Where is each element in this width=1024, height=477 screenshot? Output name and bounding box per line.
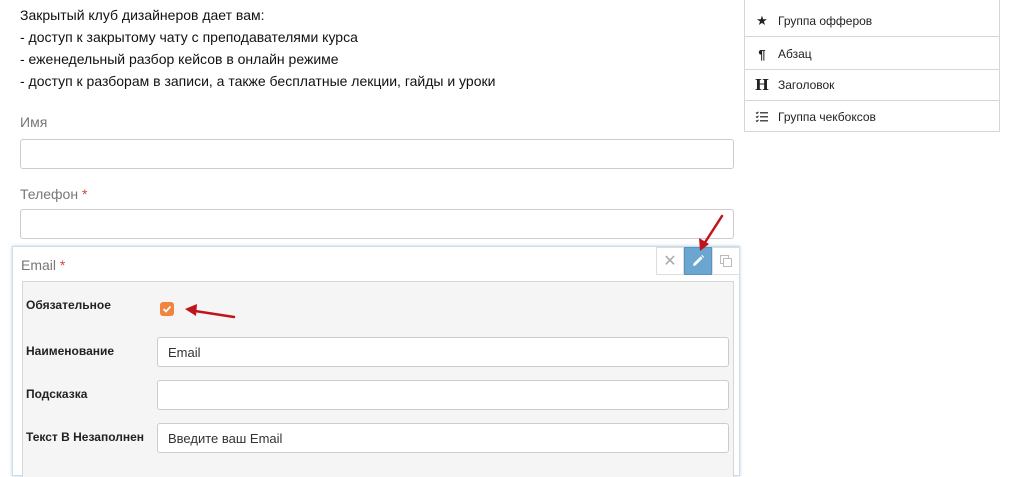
hint-prop-label: Подсказка xyxy=(26,387,88,401)
name-label-text: Имя xyxy=(20,114,48,130)
close-icon: ✕ xyxy=(663,253,677,270)
duplicate-field-button[interactable] xyxy=(712,247,740,275)
pencil-icon xyxy=(693,254,705,266)
name-prop-input[interactable] xyxy=(157,337,729,367)
email-label-text: Email xyxy=(21,257,57,273)
name-field[interactable] xyxy=(20,139,734,169)
intro-line: Закрытый клуб дизайнеров дает вам: xyxy=(20,7,265,23)
intro-line: - еженедельный разбор кейсов в онлайн ре… xyxy=(20,51,339,67)
star-icon: ★ xyxy=(756,13,768,28)
email-field-title: Email * xyxy=(21,257,65,273)
panel-item-label: Заголовок xyxy=(778,78,835,92)
panel-item-heading[interactable]: H Заголовок xyxy=(745,70,999,101)
intro-line: - доступ к разборам в записи, а также бе… xyxy=(20,73,496,89)
panel-item-checkbox-group[interactable]: Группа чекбоксов xyxy=(745,101,999,132)
panel-item-paragraph[interactable]: ¶ Абзац xyxy=(745,39,999,70)
hint-prop-input[interactable] xyxy=(157,380,729,410)
name-prop-label: Наименование xyxy=(26,344,115,358)
panel-item-label: Группа чекбоксов xyxy=(778,109,876,124)
copy-icon xyxy=(720,255,732,267)
intro-text: Закрытый клуб дизайнеров дает вам: - дос… xyxy=(20,4,495,92)
panel-item-offer-group[interactable]: ★ Группа офферов xyxy=(745,6,999,37)
checklist-icon xyxy=(754,110,770,123)
phone-field[interactable] xyxy=(20,209,734,239)
field-types-panel: ★ Группа офферов ¶ Абзац H Заголовок Гру… xyxy=(744,0,1000,132)
phone-label-text: Телефон xyxy=(20,186,79,202)
intro-line: - доступ к закрытому чату с преподавател… xyxy=(20,29,358,45)
required-mark: * xyxy=(81,186,88,202)
placeholder-prop-input[interactable] xyxy=(157,423,729,453)
name-field-label: Имя xyxy=(20,114,47,130)
required-checkbox[interactable] xyxy=(160,302,174,316)
panel-item-label: Абзац xyxy=(778,47,812,61)
phone-field-label: Телефон * xyxy=(20,186,87,202)
required-label: Обязательное xyxy=(26,298,111,312)
check-icon xyxy=(162,305,172,313)
placeholder-prop-label: Текст В Незаполненном Поле xyxy=(26,430,144,444)
email-field-editor[interactable]: Email * ✕ Обязательное Наименование Подс… xyxy=(12,246,740,477)
remove-field-button[interactable]: ✕ xyxy=(656,247,684,275)
edit-field-button[interactable] xyxy=(684,247,712,275)
panel-item-label: Группа офферов xyxy=(778,14,873,28)
required-mark: * xyxy=(59,257,66,273)
paragraph-icon: ¶ xyxy=(758,46,766,62)
field-properties-panel: Обязательное Наименование Подсказка Текс… xyxy=(22,281,734,477)
heading-icon: H xyxy=(754,76,770,94)
